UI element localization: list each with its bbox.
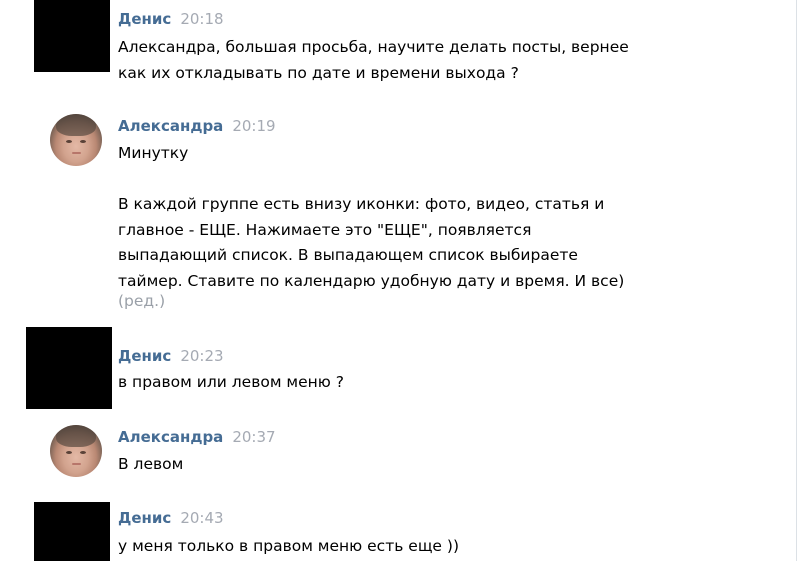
message-header: Денис 20:43 — [118, 509, 224, 527]
author-name[interactable]: Денис — [118, 509, 171, 527]
avatar[interactable] — [34, 502, 110, 561]
message-item: Денис 20:43 у меня только в правом меню … — [0, 0, 790, 561]
message-text: у меня только в правом меню есть еще )) — [118, 537, 459, 555]
chat-history: Денис 20:18 Александра, большая просьба,… — [0, 0, 800, 561]
message-time[interactable]: 20:43 — [180, 509, 223, 527]
right-border — [796, 0, 797, 561]
